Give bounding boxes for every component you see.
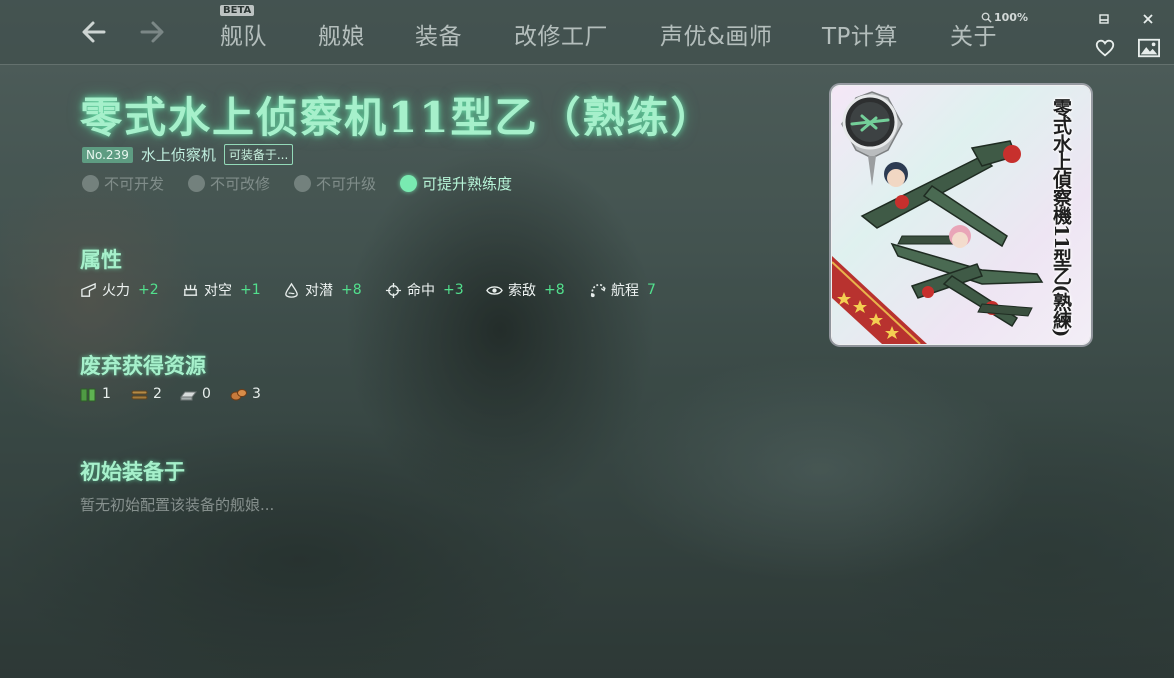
flag-label: 不可改修 xyxy=(210,175,271,193)
zoom-icon xyxy=(981,12,992,23)
anti-air-icon xyxy=(183,284,198,296)
equippable-ships-button[interactable]: 可装备于... xyxy=(223,144,294,165)
fuel-icon xyxy=(80,388,96,401)
beta-badge: BETA xyxy=(220,5,255,16)
stat-value: +3 xyxy=(443,282,464,298)
equipment-number-badge: No.239 xyxy=(82,146,133,163)
tab-shipgirls[interactable]: 舰娘 xyxy=(318,17,365,51)
tab-fleet[interactable]: 舰队 xyxy=(220,17,267,51)
firepower-icon xyxy=(81,282,96,297)
scrap-section-title: 废弃获得资源 xyxy=(80,353,206,378)
ammo-icon xyxy=(131,390,148,399)
stat-accuracy: 命中 +3 xyxy=(385,280,464,300)
equipment-flags: 不可开发 不可改修 不可升级 可提升熟练度 xyxy=(82,173,536,194)
stat-value: +8 xyxy=(544,282,565,298)
flag-not-improvable: 不可改修 xyxy=(188,173,270,194)
stat-value: +1 xyxy=(240,282,261,298)
bauxite-icon xyxy=(230,388,247,400)
stat-value: +8 xyxy=(341,282,362,298)
resource-value: 1 xyxy=(102,386,111,402)
close-icon xyxy=(1143,14,1153,24)
resource-value: 0 xyxy=(202,386,211,402)
stat-anti-submarine: 对潜 +8 xyxy=(283,280,362,300)
close-button[interactable] xyxy=(1137,8,1159,30)
flag-label: 可提升熟练度 xyxy=(422,175,513,193)
flag-not-developable: 不可开发 xyxy=(82,173,164,194)
flag-proficiency: 可提升熟练度 xyxy=(400,173,512,194)
status-dot-icon xyxy=(188,175,206,192)
resource-fuel: 1 xyxy=(80,386,111,402)
resource-value: 2 xyxy=(153,386,162,402)
stat-label: 对潜 xyxy=(305,283,333,299)
status-dot-icon xyxy=(294,175,312,192)
stat-anti-air: 对空 +1 xyxy=(182,280,261,300)
maximize-button[interactable] xyxy=(1093,8,1115,30)
range-icon xyxy=(590,283,606,297)
zoom-value: 100% xyxy=(994,11,1028,24)
stat-firepower: 火力 +2 xyxy=(80,280,159,300)
background-image-button[interactable] xyxy=(1136,36,1162,60)
flag-label: 不可升级 xyxy=(316,175,377,193)
los-icon xyxy=(486,285,503,295)
accuracy-icon xyxy=(385,282,402,298)
card-equipment-name: 零式水上偵察機11型乙(熟練) xyxy=(1050,98,1072,337)
flag-not-upgradable: 不可升级 xyxy=(294,173,376,194)
initial-equip-section-title: 初始装备于 xyxy=(80,459,185,484)
steel-icon xyxy=(180,391,197,400)
status-dot-active-icon xyxy=(400,175,418,192)
equipment-name: 零式水上侦察机11型乙（熟练） xyxy=(80,93,715,142)
stat-value: +2 xyxy=(138,282,159,298)
zoom-indicator[interactable]: 100% xyxy=(981,11,1028,24)
maximize-icon xyxy=(1099,14,1109,24)
stat-label: 索敌 xyxy=(508,283,536,299)
tab-tp-calc[interactable]: TP计算 xyxy=(822,17,898,51)
stats-section-title: 属性 xyxy=(80,247,122,272)
initial-equip-empty-note: 暂无初始配置该装备的舰娘... xyxy=(80,496,275,514)
picture-icon xyxy=(1138,38,1160,58)
stat-label: 对空 xyxy=(204,283,232,299)
forward-arrow-icon[interactable] xyxy=(136,16,168,48)
stat-range: 航程 7 xyxy=(589,280,656,300)
resource-steel: 0 xyxy=(180,386,211,402)
resource-ammo: 2 xyxy=(131,386,162,402)
tab-voice-artist[interactable]: 声优&画师 xyxy=(660,17,772,51)
stat-value: 7 xyxy=(647,282,656,298)
equipment-card-image: 零式水上偵察機11型乙(熟練) xyxy=(832,86,1090,344)
resource-bauxite: 3 xyxy=(230,386,261,402)
favorite-button[interactable] xyxy=(1093,36,1117,60)
top-nav-bar: BETA 舰队 舰娘 装备 改修工厂 声优&画师 TP计算 关于 100% xyxy=(0,0,1174,65)
equipment-meta: No.239 水上侦察机 可装备于... xyxy=(82,144,294,165)
tab-equipment[interactable]: 装备 xyxy=(415,17,462,51)
equipment-type: 水上侦察机 xyxy=(140,146,216,164)
status-dot-icon xyxy=(82,175,99,192)
stat-line-of-sight: 索敌 +8 xyxy=(486,280,565,300)
stat-label: 命中 xyxy=(407,283,435,299)
heart-icon xyxy=(1095,39,1115,57)
flag-label: 不可开发 xyxy=(104,175,165,193)
back-arrow-icon[interactable] xyxy=(78,16,110,48)
stat-label: 航程 xyxy=(611,283,639,299)
stat-label: 火力 xyxy=(102,283,130,299)
resource-value: 3 xyxy=(252,386,261,402)
anti-submarine-icon xyxy=(285,282,298,298)
tab-improvement[interactable]: 改修工厂 xyxy=(514,17,608,51)
